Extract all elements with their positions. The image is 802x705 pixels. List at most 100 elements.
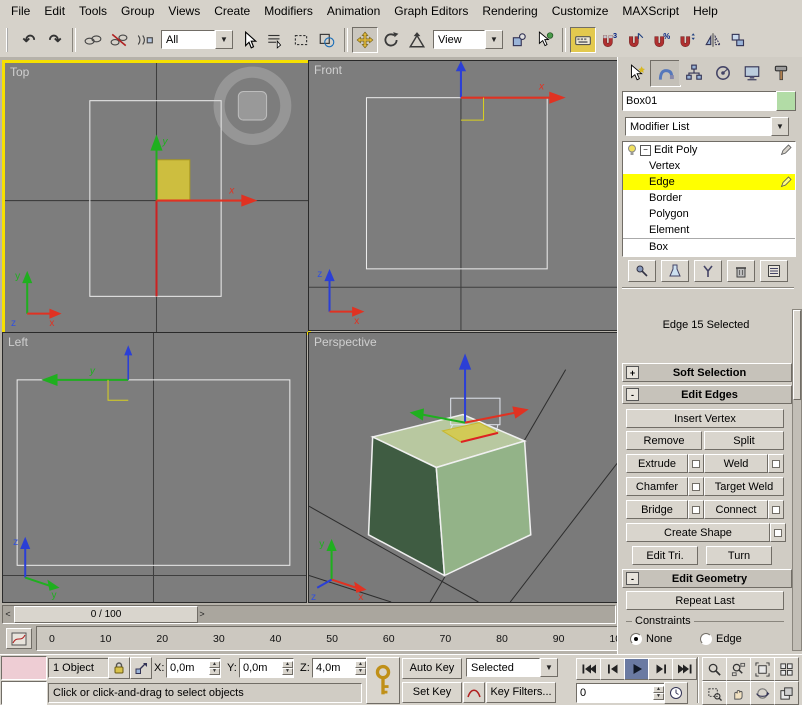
z-spinner[interactable]: ▲ ▼ <box>355 659 366 677</box>
frame-spinner[interactable]: ▲ ▼ <box>653 684 664 702</box>
window-crossing-button[interactable] <box>314 27 340 53</box>
redo-button[interactable]: ↷ <box>42 27 68 53</box>
mirror-button[interactable] <box>700 27 726 53</box>
select-by-name-button[interactable] <box>262 27 288 53</box>
track-bar-ruler[interactable]: 0102030405060708090100 <box>36 626 670 651</box>
viewport-left[interactable]: y z y Left <box>2 332 307 603</box>
menu-item[interactable]: Graph Editors <box>387 1 475 21</box>
select-and-scale-button[interactable] <box>404 27 430 53</box>
set-key-button[interactable]: Set Key <box>402 682 462 703</box>
chamfer-settings-button[interactable] <box>688 477 704 496</box>
top-viewport-canvas[interactable]: y x y x z <box>5 63 308 332</box>
chamfer-button[interactable]: Chamfer <box>626 477 688 496</box>
zoom-extents-all-button[interactable] <box>774 657 799 681</box>
default-tangent-button[interactable] <box>463 682 485 703</box>
zoom-all-button[interactable] <box>726 657 751 681</box>
remove-button[interactable]: Remove <box>626 431 702 450</box>
select-object-button[interactable] <box>236 27 262 53</box>
stack-row-element[interactable]: Element <box>623 222 795 238</box>
stack-row-box[interactable]: Box <box>623 238 795 255</box>
snap-toggle-button[interactable]: 3 <box>596 27 622 53</box>
left-viewport-canvas[interactable]: y z y <box>3 333 306 602</box>
object-name-field[interactable]: Box01 <box>622 91 777 111</box>
bind-to-spacewarp-button[interactable] <box>132 27 158 53</box>
select-and-link-button[interactable] <box>80 27 106 53</box>
bridge-button[interactable]: Bridge <box>626 500 688 519</box>
play-animation-button[interactable] <box>624 658 649 680</box>
x-coordinate-field[interactable]: 0,0m ▲ ▼ <box>166 658 221 678</box>
chevron-down-icon[interactable]: ▼ <box>540 658 558 677</box>
auto-key-button[interactable]: Auto Key <box>402 658 462 679</box>
select-and-move-button[interactable] <box>352 26 378 53</box>
panel-scrollbar[interactable] <box>792 309 802 651</box>
set-keys-button[interactable] <box>366 657 400 704</box>
tab-hierarchy[interactable] <box>679 60 708 85</box>
split-button[interactable]: Split <box>704 431 784 450</box>
turn-button[interactable]: Turn <box>706 546 772 565</box>
menu-item[interactable]: Views <box>161 1 207 21</box>
stack-row-polygon[interactable]: Polygon <box>623 206 795 222</box>
zoom-extents-button[interactable] <box>750 657 775 681</box>
use-pivot-center-button[interactable] <box>506 27 532 53</box>
remove-modifier-button[interactable] <box>727 260 755 282</box>
menu-item[interactable]: File <box>4 1 37 21</box>
weld-button[interactable]: Weld <box>704 454 768 473</box>
menu-item[interactable]: Tools <box>72 1 114 21</box>
undo-button[interactable]: ↶ <box>16 27 42 53</box>
menu-item[interactable]: Animation <box>320 1 387 21</box>
menu-item[interactable]: Create <box>207 1 257 21</box>
scrollbar-thumb[interactable] <box>793 310 801 400</box>
create-shape-button[interactable]: Create Shape <box>626 523 770 542</box>
tab-display[interactable] <box>737 60 766 85</box>
menu-item[interactable]: Help <box>686 1 725 21</box>
edit-tri-button[interactable]: Edit Tri. <box>632 546 698 565</box>
chevron-down-icon[interactable]: ▼ <box>485 30 503 49</box>
previous-frame-button[interactable] <box>600 658 625 680</box>
connect-settings-button[interactable] <box>768 500 784 519</box>
key-filters-button[interactable]: Key Filters... <box>486 682 556 703</box>
chevron-down-icon[interactable]: ▼ <box>771 117 789 136</box>
select-and-rotate-button[interactable] <box>378 27 404 53</box>
selection-lock-toggle[interactable] <box>108 657 130 679</box>
rollout-edit-edges[interactable]: - Edit Edges <box>622 385 792 404</box>
insert-vertex-button[interactable]: Insert Vertex <box>626 409 784 428</box>
time-slider-track[interactable]: < 0 / 100 > <box>2 605 616 624</box>
chevron-down-icon[interactable]: ▼ <box>215 30 233 49</box>
stack-row-border[interactable]: Border <box>623 190 795 206</box>
arc-rotate-button[interactable] <box>750 681 775 705</box>
percent-snap-button[interactable]: % <box>648 27 674 53</box>
extrude-settings-button[interactable] <box>688 454 704 473</box>
toolbar-grip[interactable] <box>6 27 12 52</box>
viewport-front[interactable]: x z x Front <box>308 60 618 331</box>
absolute-offset-toggle[interactable] <box>130 657 152 679</box>
time-configuration-button[interactable] <box>664 682 688 704</box>
maxscript-macro-recorder-pane[interactable] <box>1 656 47 680</box>
constraint-edge-radio[interactable]: Edge <box>700 633 742 645</box>
connect-button[interactable]: Connect <box>704 500 768 519</box>
open-mini-curve-editor-button[interactable] <box>6 628 32 649</box>
current-frame-field[interactable]: 0 ▲ ▼ <box>576 683 665 703</box>
key-selection-dropdown[interactable]: Selected ▼ <box>466 658 558 677</box>
selection-filter-dropdown[interactable]: All ▼ <box>161 30 233 49</box>
stack-row-edit-poly[interactable]: − Edit Poly <box>623 142 795 158</box>
perspective-viewport-canvas[interactable]: y x z <box>309 333 617 602</box>
time-prev-arrow[interactable]: < <box>3 608 13 620</box>
viewport-top[interactable]: y x y x z Top <box>2 60 311 335</box>
select-and-manipulate-button[interactable] <box>532 27 558 53</box>
rectangular-selection-region-button[interactable] <box>288 27 314 53</box>
go-to-start-button[interactable] <box>576 658 601 680</box>
angle-snap-button[interactable] <box>622 27 648 53</box>
maxscript-listener-pane[interactable] <box>1 681 47 705</box>
tab-create[interactable] <box>621 60 650 85</box>
configure-modifier-sets-button[interactable] <box>760 260 788 282</box>
viewport-perspective-label[interactable]: Perspective <box>314 335 377 349</box>
menu-item[interactable]: MAXScript <box>615 1 686 21</box>
weld-settings-button[interactable] <box>768 454 784 473</box>
create-shape-settings-button[interactable] <box>770 523 786 542</box>
zoom-region-button[interactable] <box>702 681 727 705</box>
go-to-end-button[interactable] <box>672 658 697 680</box>
collapse-icon[interactable]: - <box>626 388 639 401</box>
menu-item[interactable]: Group <box>114 1 161 21</box>
viewport-perspective[interactable]: y x z Perspective <box>308 332 618 603</box>
viewport-left-label[interactable]: Left <box>8 335 28 349</box>
